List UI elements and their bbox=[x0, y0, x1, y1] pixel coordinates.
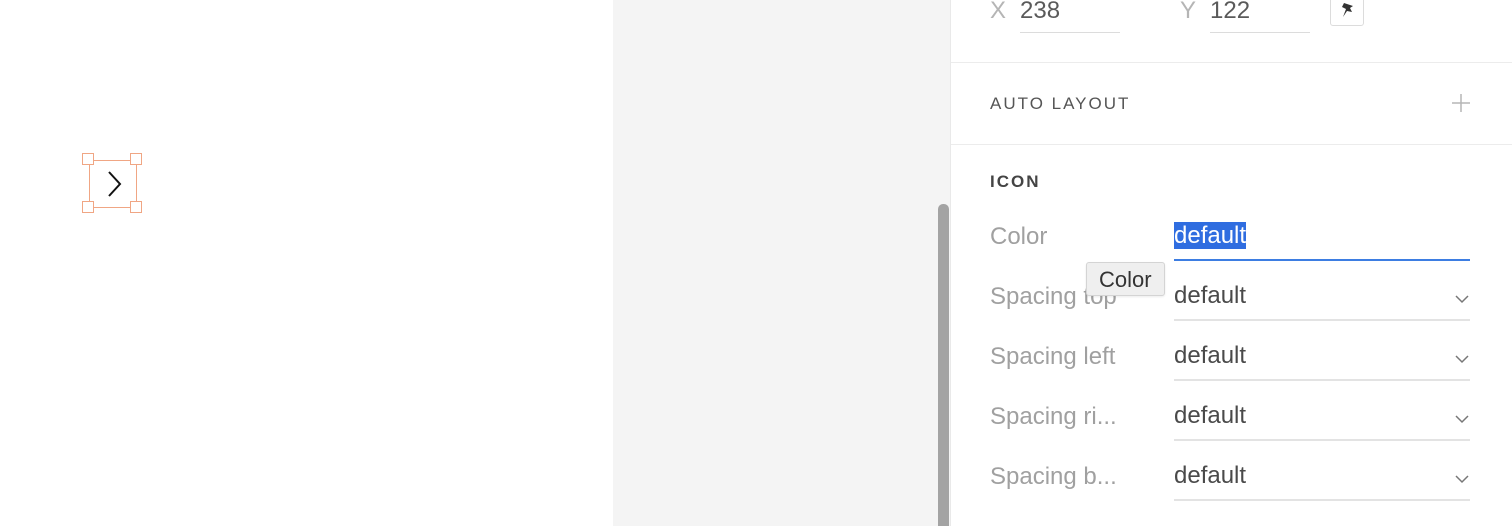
spacing-right-label: Spacing ri... bbox=[990, 403, 1117, 430]
pin-icon bbox=[1342, 3, 1353, 17]
inspector-panel bbox=[950, 0, 1512, 526]
x-label: X bbox=[990, 0, 1007, 24]
spacing-bottom-label: Spacing b... bbox=[990, 463, 1117, 490]
spacing-left-underline bbox=[1174, 379, 1470, 381]
spacing-right-select[interactable]: default bbox=[1174, 401, 1246, 431]
chevron-down-icon[interactable] bbox=[1453, 473, 1471, 485]
y-label: Y bbox=[1180, 0, 1197, 24]
x-input[interactable]: 238 bbox=[1020, 0, 1060, 26]
resize-handle-bottom-left[interactable] bbox=[82, 201, 94, 213]
design-canvas[interactable] bbox=[0, 0, 613, 526]
spacing-bottom-underline bbox=[1174, 499, 1470, 501]
resize-handle-bottom-right[interactable] bbox=[130, 201, 142, 213]
tooltip: Color bbox=[1086, 262, 1165, 296]
pin-button[interactable] bbox=[1330, 0, 1364, 26]
scrollbar-thumb[interactable] bbox=[938, 204, 949, 526]
resize-handle-top-left[interactable] bbox=[82, 153, 94, 165]
color-label: Color bbox=[990, 223, 1048, 250]
spacing-left-label: Spacing left bbox=[990, 343, 1116, 370]
x-input-underline bbox=[1020, 32, 1120, 33]
spacing-bottom-select[interactable]: default bbox=[1174, 461, 1246, 491]
spacing-left-select[interactable]: default bbox=[1174, 341, 1246, 371]
chevron-down-icon[interactable] bbox=[1453, 353, 1471, 365]
y-input[interactable]: 122 bbox=[1210, 0, 1250, 26]
chevron-right-icon[interactable] bbox=[102, 166, 126, 202]
canvas-gutter bbox=[613, 0, 937, 526]
color-input[interactable]: default bbox=[1174, 221, 1247, 251]
color-input-selected-text: default bbox=[1174, 222, 1247, 249]
resize-handle-top-right[interactable] bbox=[130, 153, 142, 165]
spacing-top-select[interactable]: default bbox=[1174, 281, 1246, 311]
section-divider bbox=[951, 62, 1512, 63]
y-input-underline bbox=[1210, 32, 1310, 33]
auto-layout-title: AUTO LAYOUT bbox=[990, 94, 1131, 113]
icon-section-title: ICON bbox=[990, 172, 1041, 191]
chevron-down-icon[interactable] bbox=[1453, 413, 1471, 425]
plus-icon[interactable] bbox=[1448, 90, 1474, 116]
spacing-right-underline bbox=[1174, 439, 1470, 441]
chevron-down-icon[interactable] bbox=[1453, 293, 1471, 305]
spacing-top-underline bbox=[1174, 319, 1470, 321]
section-divider bbox=[951, 144, 1512, 145]
color-input-underline bbox=[1174, 259, 1470, 261]
